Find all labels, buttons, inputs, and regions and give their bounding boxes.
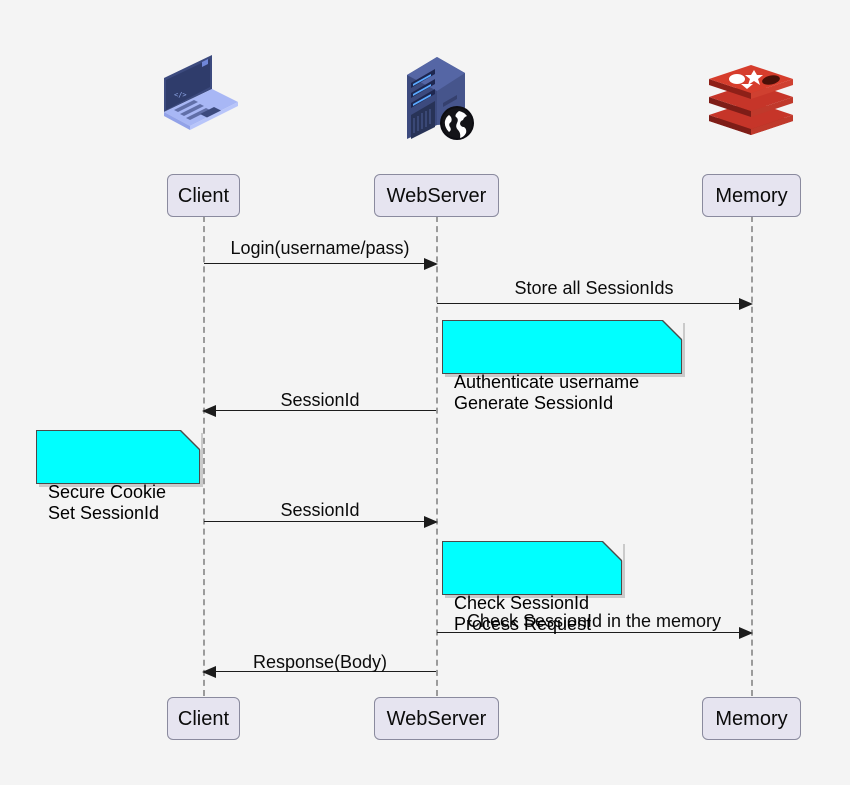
laptop-icon: </> — [150, 50, 250, 150]
participant-client-bottom[interactable]: Client — [167, 697, 240, 740]
message-arrow-store-sessionids — [437, 297, 753, 310]
note-secure-cookie: Secure Cookie Set SessionId — [36, 429, 201, 523]
message-arrow-sessionid-response — [202, 404, 436, 417]
participant-memory-bottom[interactable]: Memory — [702, 697, 801, 740]
note-fold-icon — [180, 429, 201, 450]
sequence-diagram: </> Client WebServer Memory Login(userna… — [0, 0, 850, 785]
message-label-response-body: Response(Body) — [252, 652, 388, 672]
note-text: Secure Cookie Set SessionId — [48, 482, 167, 523]
redis-icon — [705, 55, 797, 145]
participant-label: WebServer — [386, 184, 487, 207]
note-fold-icon — [662, 319, 683, 340]
note-check-sessionid: Check SessionId Process Request — [442, 540, 623, 634]
participant-webserver-top[interactable]: WebServer — [374, 174, 499, 217]
message-label-sessionid-request: SessionId — [280, 500, 360, 520]
note-fold-icon — [602, 540, 623, 561]
note-text: Check SessionId Process Request — [454, 593, 592, 634]
arrowhead-right-icon — [424, 257, 438, 270]
participant-client-top[interactable]: Client — [167, 174, 240, 217]
participant-label: Memory — [715, 707, 788, 730]
message-arrow-sessionid-request — [204, 515, 438, 528]
message-arrow-login — [204, 257, 438, 270]
svg-text:</>: </> — [174, 91, 187, 99]
note-text: Authenticate username Generate SessionId — [454, 372, 640, 413]
message-label-login: Login(username/pass) — [230, 238, 410, 258]
arrowhead-right-icon — [739, 297, 753, 310]
participant-webserver-bottom[interactable]: WebServer — [374, 697, 499, 740]
participant-label: Memory — [715, 184, 788, 207]
note-authenticate: Authenticate username Generate SessionId — [442, 319, 683, 413]
participant-memory-top[interactable]: Memory — [702, 174, 801, 217]
web-server-icon — [395, 47, 487, 147]
message-label-store-sessionids: Store all SessionIds — [514, 278, 674, 298]
participant-label: WebServer — [386, 707, 487, 730]
participant-label: Client — [177, 707, 230, 730]
lifeline-client — [203, 216, 205, 696]
message-label-sessionid-response: SessionId — [280, 390, 360, 410]
lifeline-memory — [751, 216, 753, 696]
participant-label: Client — [177, 184, 230, 207]
